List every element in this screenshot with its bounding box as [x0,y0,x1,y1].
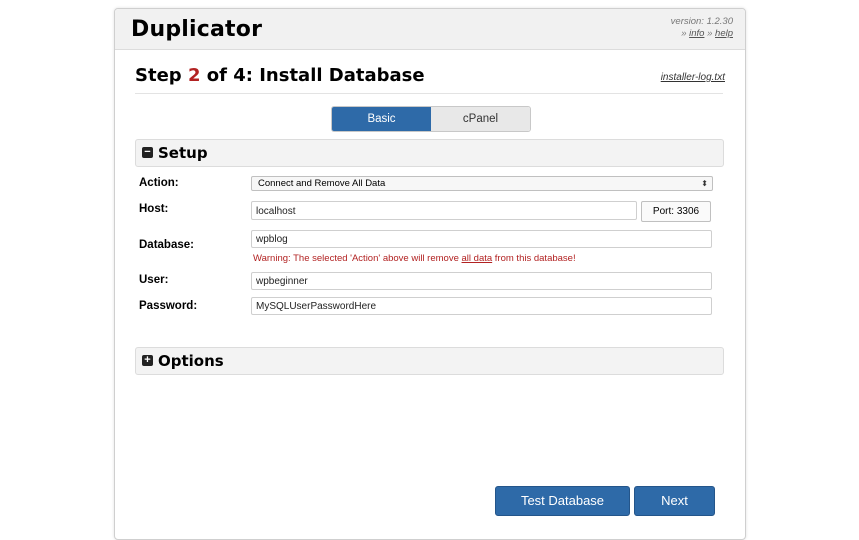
installer-header: Duplicator version: 1.2.30 » info » help [115,9,745,50]
installer-log-link[interactable]: installer-log.txt [661,72,725,83]
host-label: Host: [139,203,169,215]
port-field[interactable]: Port: 3306 [641,201,711,222]
mode-tabs: Basic cPanel [331,106,531,132]
setup-section-header[interactable]: − Setup [135,139,724,167]
user-input[interactable]: wpbeginner [251,272,712,290]
setup-title: Setup [158,144,208,162]
warning-text-post: from this database! [494,253,576,264]
tab-basic[interactable]: Basic [332,107,431,131]
expand-icon: + [142,355,153,366]
app-title: Duplicator [131,17,263,42]
link-separator: » [681,28,687,39]
info-link[interactable]: info [689,28,704,39]
warning-text-pre: Warning: The selected 'Action' above wil… [253,253,459,264]
version-links: » info » help [671,28,733,40]
user-label: User: [139,274,169,286]
divider [135,93,723,94]
options-section-header[interactable]: + Options [135,347,724,375]
step-prefix: Step [135,65,182,86]
link-separator: » [707,28,713,39]
action-select-value: Connect and Remove All Data [258,178,386,189]
step-number: 2 [187,65,201,86]
step-title: Step 2 of 4: Install Database [135,65,425,86]
installer-panel: Duplicator version: 1.2.30 » info » help… [114,8,746,540]
version-block: version: 1.2.30 » info » help [671,16,733,40]
database-input[interactable]: wpblog [251,230,712,248]
warning-all-data: all data [461,253,493,264]
database-warning: Warning: The selected 'Action' above wil… [253,253,576,264]
next-button[interactable]: Next [634,486,715,516]
options-title: Options [158,352,224,370]
action-select[interactable]: Connect and Remove All Data ⬍ [251,176,713,191]
collapse-icon: − [142,147,153,158]
tab-cpanel[interactable]: cPanel [431,107,530,131]
step-suffix: of 4: Install Database [206,65,425,86]
action-label: Action: [139,177,179,189]
host-input[interactable]: localhost [251,201,637,220]
version-text: version: 1.2.30 [670,16,733,27]
password-input[interactable]: MySQLUserPasswordHere [251,297,712,315]
select-arrows-icon: ⬍ [701,179,708,188]
test-database-button[interactable]: Test Database [495,486,630,516]
database-label: Database: [139,239,194,251]
password-label: Password: [139,300,198,312]
help-link[interactable]: help [715,28,733,39]
